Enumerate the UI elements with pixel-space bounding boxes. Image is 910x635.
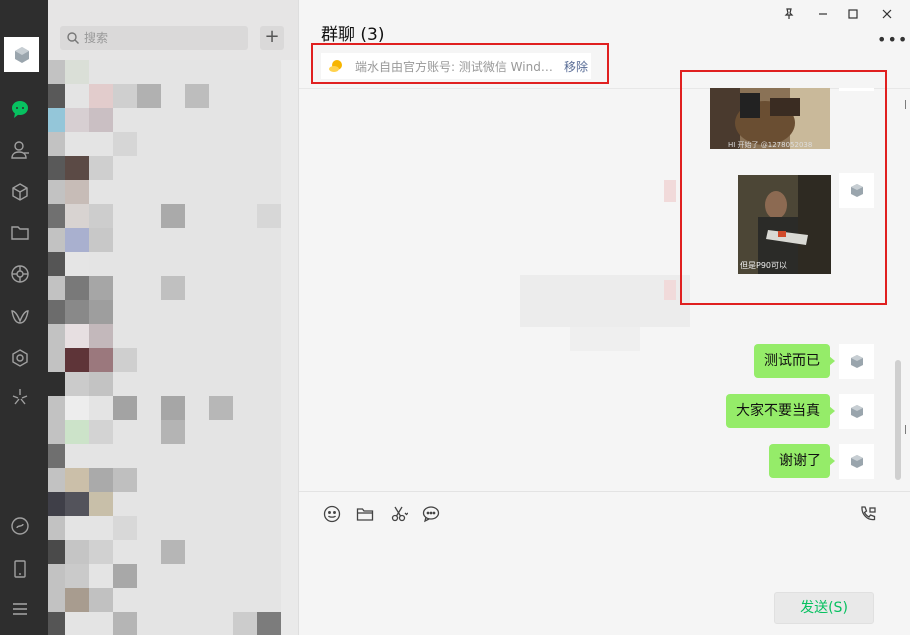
contacts-icon[interactable]: [8, 138, 32, 162]
more-icon[interactable]: •••: [877, 30, 908, 49]
navigation-bar: [0, 0, 48, 635]
maximize-icon[interactable]: [845, 6, 861, 22]
blurred-message: [570, 327, 640, 351]
search-icon: [67, 32, 79, 44]
minimize-icon[interactable]: [815, 6, 831, 22]
input-divider: [299, 491, 910, 492]
pin-icon[interactable]: [781, 6, 797, 22]
highlight-box-images: [680, 70, 887, 305]
edge-fragment: |: [904, 425, 908, 435]
blurred-fragment: [664, 280, 676, 300]
collections-icon[interactable]: [8, 180, 32, 204]
user-avatar[interactable]: [4, 37, 39, 72]
files-icon[interactable]: [8, 220, 32, 244]
pixelated-conversation-list: [48, 60, 298, 635]
mini-program-link-icon[interactable]: [8, 514, 32, 538]
folder-icon[interactable]: [354, 503, 376, 525]
message-bubble[interactable]: 谢谢了: [769, 444, 835, 478]
call-icon[interactable]: [857, 503, 879, 525]
search-input[interactable]: [84, 31, 234, 45]
menu-icon[interactable]: [8, 597, 32, 621]
chat-scrollbar[interactable]: [895, 360, 901, 480]
message-avatar[interactable]: [839, 344, 874, 379]
close-icon[interactable]: [879, 6, 895, 22]
message-avatar[interactable]: [839, 444, 874, 479]
message-bubble[interactable]: 大家不要当真: [726, 394, 835, 428]
highlight-box-notice: [311, 43, 609, 84]
add-chat-button[interactable]: +: [260, 26, 284, 50]
blurred-fragment: [664, 180, 676, 202]
message-bubble[interactable]: 测试而已: [754, 344, 835, 378]
chat-history-icon[interactable]: [420, 503, 442, 525]
search-discover-icon[interactable]: [8, 385, 32, 409]
moments-icon[interactable]: [8, 262, 32, 286]
send-button[interactable]: 发送(S): [774, 592, 874, 624]
mini-programs-icon[interactable]: [8, 346, 32, 370]
phone-icon[interactable]: [8, 557, 32, 581]
emoji-icon[interactable]: [321, 503, 343, 525]
screenshot-icon[interactable]: [388, 503, 410, 525]
edge-fragment: |: [904, 100, 908, 110]
conversation-list: +: [48, 0, 298, 635]
chat-icon[interactable]: [8, 97, 32, 121]
chat-title: 群聊 (3): [321, 25, 385, 45]
channels-icon[interactable]: [8, 305, 32, 329]
message-avatar[interactable]: [839, 394, 874, 429]
search-box[interactable]: [60, 26, 248, 50]
